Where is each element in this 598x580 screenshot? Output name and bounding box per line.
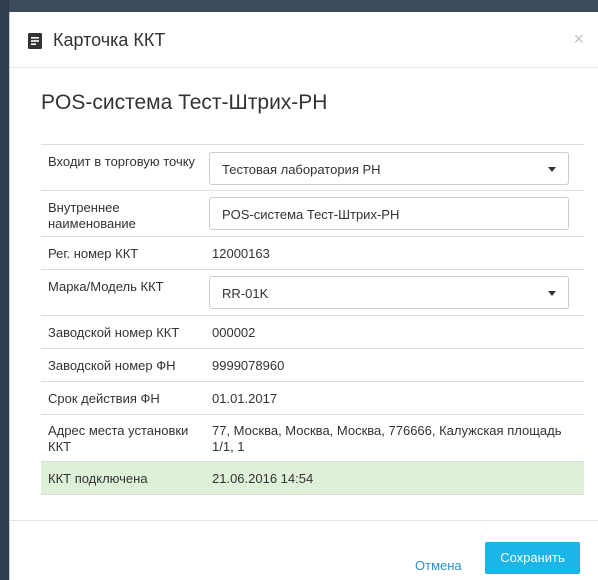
model-select-value: RR-01K xyxy=(222,286,269,301)
connected-value: 21.06.2016 14:54 xyxy=(212,471,314,486)
serial-fn-value: 9999078960 xyxy=(212,358,285,373)
reg-number-label: Рег. номер ККТ xyxy=(48,246,139,261)
modal-header: Карточка ККТ × xyxy=(10,12,598,68)
reg-number-value: 12000163 xyxy=(212,246,270,261)
row-serial-kkt: Заводской номер ККТ 000002 xyxy=(41,316,584,349)
row-model: Марка/Модель ККТ RR-01K xyxy=(41,270,584,316)
connected-label: ККТ подключена xyxy=(48,471,148,486)
internal-name-label: Внутреннее наименование xyxy=(48,200,136,231)
chevron-down-icon xyxy=(548,291,556,296)
close-button[interactable]: × xyxy=(573,30,584,48)
card-document-icon xyxy=(28,33,42,49)
fn-expiry-value: 01.01.2017 xyxy=(212,391,278,406)
kkt-name-heading: POS-система Тест-Штрих-РН xyxy=(41,91,328,114)
serial-kkt-value: 000002 xyxy=(212,325,256,340)
page-backdrop-top xyxy=(0,0,598,12)
row-fn-expiry: Срок действия ФН 01.01.2017 xyxy=(41,382,584,415)
kkt-card-modal: Карточка ККТ × POS-система Тест-Штрих-РН… xyxy=(9,12,598,580)
serial-kkt-label: Заводской номер ККТ xyxy=(48,325,180,340)
row-internal-name: Внутреннее наименование POS-система Тест… xyxy=(41,191,584,237)
row-serial-fn: Заводской номер ФН 9999078960 xyxy=(41,349,584,382)
model-select[interactable]: RR-01K xyxy=(209,276,569,309)
cancel-button[interactable]: Отмена xyxy=(415,558,462,573)
row-connected: ККТ подключена 21.06.2016 14:54 xyxy=(41,462,584,495)
internal-name-value: POS-система Тест-Штрих-РН xyxy=(222,207,400,222)
chevron-down-icon xyxy=(548,167,556,172)
address-value: 77, Москва, Москва, Москва, 776666, Калу… xyxy=(212,423,562,454)
page-backdrop-left xyxy=(0,0,9,580)
modal-title: Карточка ККТ xyxy=(53,30,166,50)
serial-fn-label: Заводской номер ФН xyxy=(48,358,176,373)
store-select[interactable]: Тестовая лаборатория РН xyxy=(209,152,569,185)
footer-divider xyxy=(10,520,598,521)
store-label: Входит в торговую точку xyxy=(48,154,196,169)
fn-expiry-label: Срок действия ФН xyxy=(48,391,160,406)
row-address: Адрес места установки ККТ 77, Москва, Мо… xyxy=(41,415,584,462)
save-button[interactable]: Сохранить xyxy=(485,542,580,574)
row-reg-number: Рег. номер ККТ 12000163 xyxy=(41,237,584,270)
row-store: Входит в торговую точку Тестовая лаборат… xyxy=(41,145,584,191)
kkt-properties-table: Входит в торговую точку Тестовая лаборат… xyxy=(41,144,584,495)
internal-name-input[interactable]: POS-система Тест-Штрих-РН xyxy=(209,197,569,230)
address-label: Адрес места установки ККТ xyxy=(48,423,189,454)
store-select-value: Тестовая лаборатория РН xyxy=(222,162,381,177)
model-label: Марка/Модель ККТ xyxy=(48,279,164,294)
